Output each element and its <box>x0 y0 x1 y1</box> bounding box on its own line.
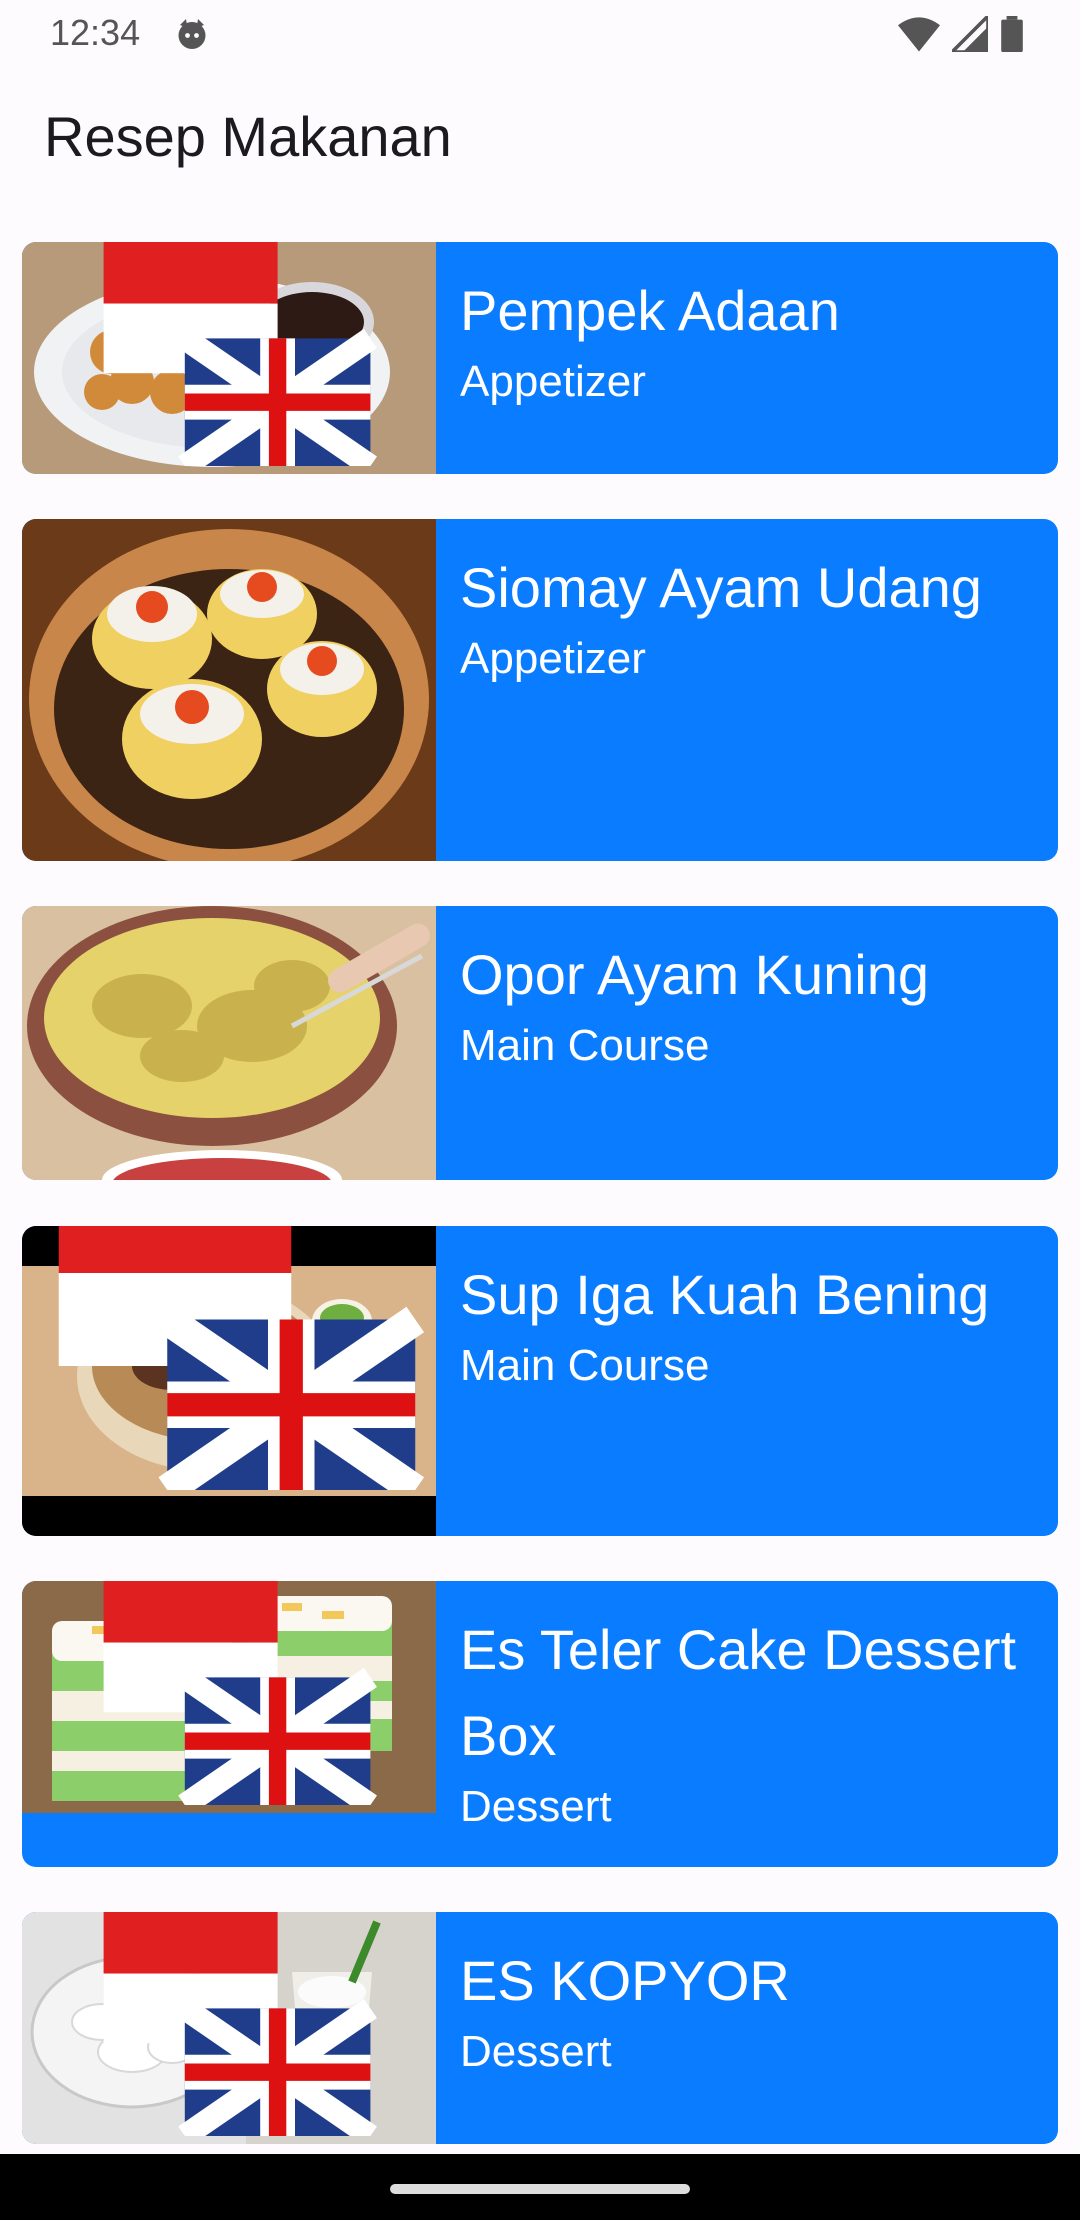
recipe-image <box>22 1912 436 2144</box>
recipe-card[interactable]: Pempek Adaan Appetizer <box>22 242 1058 474</box>
recipe-title: ES KOPYOR <box>460 1949 790 2012</box>
status-icons <box>898 14 1024 54</box>
recipe-category: Appetizer <box>460 357 646 406</box>
recipe-category: Dessert <box>460 2027 612 2076</box>
wifi-icon <box>898 17 940 52</box>
recipe-image <box>22 242 436 474</box>
recipe-image <box>22 1581 436 1813</box>
recipe-image <box>22 906 436 1180</box>
recipe-category: Main Course <box>460 1341 710 1390</box>
recipe-image <box>22 519 436 861</box>
recipe-category: Main Course <box>460 1021 710 1070</box>
recipe-category: Appetizer <box>460 634 646 683</box>
recipe-image <box>22 1226 436 1536</box>
recipe-title: Pempek Adaan <box>460 279 840 342</box>
recipe-card[interactable]: Sup Iga Kuah Bening Main Course <box>22 1226 1058 1536</box>
status-bar: 12:34 <box>0 0 1080 70</box>
cellular-signal-icon <box>952 16 988 52</box>
navigation-bar <box>0 2154 1080 2220</box>
battery-icon <box>1001 16 1023 52</box>
status-time: 12:34 <box>50 12 141 53</box>
home-gesture-handle[interactable] <box>390 2184 690 2194</box>
recipe-card[interactable]: Opor Ayam Kuning Main Course <box>22 906 1058 1180</box>
language-flag-icon <box>103 242 377 466</box>
recipe-card[interactable]: Siomay Ayam Udang Appetizer <box>22 519 1058 861</box>
recipe-card[interactable]: ES KOPYOR Dessert <box>22 1912 1058 2144</box>
recipe-category: Dessert <box>460 1782 612 1831</box>
language-flag-icon <box>58 1226 425 1490</box>
app-title: Resep Makanan <box>44 105 452 168</box>
language-flag-icon <box>103 1912 377 2136</box>
recipe-title: Siomay Ayam Udang <box>460 556 982 619</box>
cat-notification-icon <box>178 19 206 49</box>
recipe-card[interactable]: Es Teler Cake Dessert Box Dessert <box>22 1581 1058 1867</box>
recipe-title: Es Teler Cake Dessert Box <box>460 1618 1017 1767</box>
language-flag-icon <box>103 1581 377 1805</box>
recipe-title: Opor Ayam Kuning <box>460 943 930 1006</box>
recipe-title: Sup Iga Kuah Bening <box>460 1263 990 1326</box>
